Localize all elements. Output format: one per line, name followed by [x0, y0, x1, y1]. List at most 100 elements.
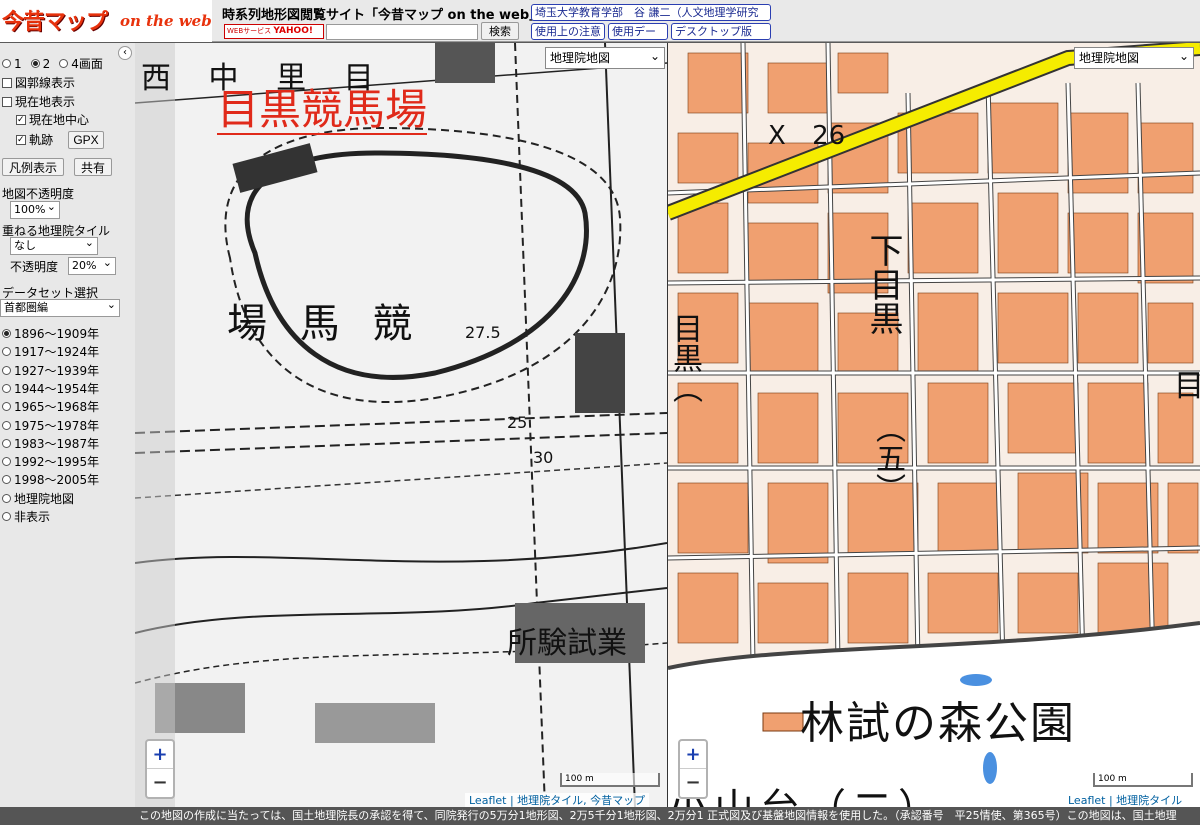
share-button[interactable]: 共有: [74, 158, 112, 176]
period-radio[interactable]: [2, 347, 11, 357]
period-label: 1998〜2005年: [14, 473, 100, 488]
usage-data-button[interactable]: 使用デー: [608, 23, 668, 40]
road-number-label: X 26: [768, 121, 845, 151]
badge-yahoo-text: YAHOO!: [273, 26, 313, 36]
layout-label-1: 1: [14, 56, 22, 71]
park-label: 林試の森公園: [800, 698, 1076, 749]
current-location-toggle[interactable]: 現在地表示: [2, 93, 75, 110]
overlay-select[interactable]: なし: [10, 235, 98, 255]
sidebar: ‹ 1 2 4画面 図郭線表示 現在地表示 現在地中心 軌跡 GPX 凡例表示 …: [0, 43, 135, 807]
old-map-label-bottom: 所験試業: [507, 626, 627, 661]
site-title: 時系列地形図閲覧サイト「今昔マップ on the web」: [222, 8, 543, 23]
current-location-checkbox[interactable]: [2, 96, 12, 107]
map-pane-current[interactable]: X 26 下目黒 （五） 目黒（ 目 林試の森公園 小山台（二） 地理院地図 +…: [668, 43, 1200, 807]
period-label: 1965〜1968年: [14, 400, 100, 415]
opacity-select[interactable]: 100%: [10, 199, 60, 219]
period-option[interactable]: 1975〜1978年: [2, 417, 99, 434]
collapse-sidebar-icon[interactable]: ‹: [118, 46, 132, 60]
contour-label-30: 30: [533, 448, 554, 467]
period-label: 1896〜1909年: [14, 327, 100, 341]
layout-label-2: 2: [42, 56, 51, 71]
center-current-toggle[interactable]: 現在地中心: [16, 111, 89, 128]
period-option[interactable]: 1917〜1924年: [2, 343, 99, 360]
map-pane-old[interactable]: 西 中 里 目 目黒競馬場 場 馬 競 27.5 25 30 所験試業 地理院地…: [135, 43, 667, 807]
overlay-opacity-label: 不透明度: [10, 260, 59, 274]
search-input[interactable]: [326, 24, 478, 40]
right-map-source-select[interactable]: 地理院地図: [1074, 46, 1194, 69]
period-label: 非表示: [14, 510, 51, 524]
track-label: 軌跡: [29, 133, 54, 147]
period-radio[interactable]: [2, 457, 11, 467]
legend-button[interactable]: 凡例表示: [2, 158, 64, 176]
period-radio[interactable]: [2, 420, 11, 430]
period-radio[interactable]: [2, 438, 11, 448]
caution-button[interactable]: 使用上の注意: [531, 23, 605, 40]
town-label-go: （五）: [870, 413, 905, 503]
track-toggle[interactable]: 軌跡: [16, 131, 53, 148]
grid-checkbox[interactable]: [2, 77, 12, 88]
layout-options: 1 2 4画面: [2, 55, 103, 72]
right-zoom-out-button[interactable]: −: [680, 769, 706, 797]
period-option[interactable]: 1896〜1909年: [2, 325, 99, 342]
yahoo-webservice-badge[interactable]: WEBサービス YAHOO!: [224, 24, 324, 39]
period-option[interactable]: 1998〜2005年: [2, 471, 99, 488]
left-map-source-select[interactable]: 地理院地図: [545, 46, 665, 69]
racecourse-annotation: 目黒競馬場: [217, 85, 428, 135]
period-option[interactable]: 地理院地図: [2, 490, 74, 507]
layout-radio-2[interactable]: [30, 59, 40, 68]
contour-label-275: 27.5: [465, 323, 501, 342]
period-label: 1917〜1924年: [14, 345, 100, 360]
period-label: 1944〜1954年: [14, 381, 100, 396]
center-current-label: 現在地中心: [29, 113, 90, 127]
desktop-version-button[interactable]: デスクトップ版: [671, 23, 771, 40]
gpx-button[interactable]: GPX: [68, 131, 104, 149]
overlay-opacity-select[interactable]: 20%: [68, 255, 116, 275]
town-label-shimomeguro: 下目黒: [863, 233, 903, 335]
period-radio[interactable]: [2, 475, 11, 485]
right-scale-bar: 100 m: [1093, 773, 1193, 787]
period-option[interactable]: 1944〜1954年: [2, 380, 99, 397]
period-option[interactable]: 1983〜1987年: [2, 435, 99, 452]
dataset-select[interactable]: 首都圏編: [0, 297, 120, 317]
period-option[interactable]: 1927〜1939年: [2, 362, 99, 379]
period-label: 1992〜1995年: [14, 455, 100, 470]
left-scale-bar: 100 m: [560, 773, 660, 787]
left-zoom-out-button[interactable]: −: [147, 769, 173, 797]
period-radio[interactable]: [2, 402, 11, 412]
layout-radio-4[interactable]: [59, 59, 69, 68]
period-option[interactable]: 1965〜1968年: [2, 398, 99, 415]
period-radio[interactable]: [2, 383, 11, 393]
track-checkbox[interactable]: [16, 134, 26, 145]
footer-license-text: この地図の作成に当たっては、国土地理院長の承認を得て、同院発行の5万分1地形図、…: [135, 807, 1200, 825]
header: 今昔マップ on the web 時系列地形図閲覧サイト「今昔マップ on th…: [0, 0, 1200, 42]
period-option[interactable]: 非表示: [2, 508, 50, 525]
center-current-checkbox[interactable]: [16, 114, 26, 125]
site-logo[interactable]: 今昔マップ on the web: [0, 0, 212, 42]
town-label-right: 目: [1174, 369, 1200, 404]
left-attribution[interactable]: Leaflet | 地理院タイル, 今昔マップ: [465, 793, 650, 807]
period-radio[interactable]: [2, 512, 11, 521]
road-cross-icon: X: [768, 121, 786, 151]
sidebar-footer: [0, 807, 135, 825]
left-zoom-control: + −: [145, 739, 175, 799]
right-zoom-in-button[interactable]: +: [680, 741, 706, 769]
layout-radio-1[interactable]: [2, 59, 11, 68]
badge-webservice-text: WEBサービス: [227, 27, 272, 35]
racecourse-label: 場 馬 競: [227, 301, 423, 347]
grid-label: 図郭線表示: [15, 76, 76, 90]
author-link[interactable]: 埼玉大学教育学部 谷 謙二（人文地理学研究: [531, 4, 771, 21]
period-radio[interactable]: [2, 329, 11, 338]
right-attribution[interactable]: Leaflet | 地理院タイル: [1064, 793, 1187, 807]
period-label: 地理院地図: [14, 491, 75, 506]
search-button[interactable]: 検索: [481, 22, 519, 40]
period-option[interactable]: 1992〜1995年: [2, 453, 99, 470]
town-label-left: 目黒（: [668, 313, 702, 403]
grid-toggle[interactable]: 図郭線表示: [2, 74, 75, 91]
old-map-canvas: [135, 43, 667, 807]
logo-kanji: 今昔マップ: [2, 10, 108, 35]
left-zoom-in-button[interactable]: +: [147, 741, 173, 769]
period-radio[interactable]: [2, 365, 11, 375]
period-radio[interactable]: [2, 493, 11, 503]
period-label: 1927〜1939年: [14, 363, 100, 378]
logo-web: on the web: [120, 12, 212, 30]
